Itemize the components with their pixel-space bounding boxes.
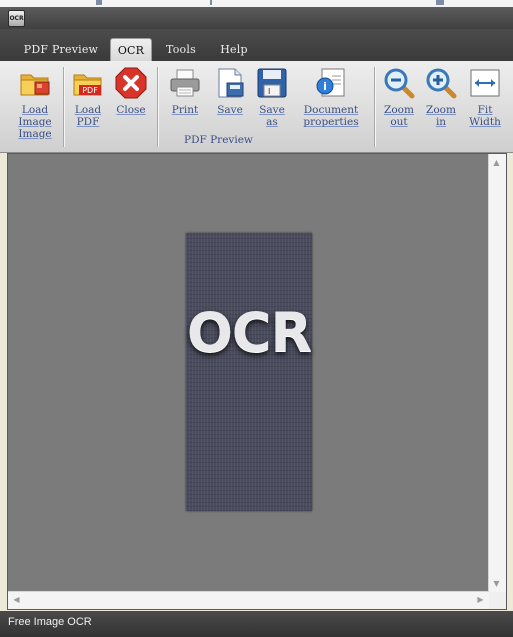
folder-pdf-icon: PDF <box>71 66 105 100</box>
load-image-button[interactable]: Load Image Image <box>12 66 58 140</box>
fit-width-icon <box>468 66 502 100</box>
horizontal-scrollbar[interactable]: ◀ ▶ <box>8 591 489 609</box>
tab-pdf-preview[interactable]: PDF Preview <box>17 38 105 61</box>
zoom-in-icon <box>424 66 458 100</box>
close-icon <box>114 66 148 100</box>
load-pdf-label-2: PDF <box>76 116 100 128</box>
document-properties-icon: i <box>314 66 348 100</box>
scroll-corner <box>489 592 506 609</box>
document-viewer[interactable]: OCR ▲ ▼ ◀ ▶ <box>7 153 507 610</box>
load-image-label-1: Load <box>21 104 49 116</box>
ribbon-separator <box>157 67 158 147</box>
scroll-down-icon[interactable]: ▼ <box>489 576 504 591</box>
fit-width-button[interactable]: Fit Width <box>464 66 506 128</box>
preview-page: OCR <box>186 233 312 511</box>
vertical-scrollbar[interactable]: ▲ ▼ <box>488 154 506 592</box>
ribbon: Load Image Image PDF Load PDF Close Prin… <box>0 61 513 153</box>
scroll-right-icon[interactable]: ▶ <box>473 592 488 607</box>
fit-width-label-2: Width <box>469 116 501 128</box>
save-icon <box>213 66 247 100</box>
load-image-label-2: Image <box>18 116 52 128</box>
printer-icon <box>168 66 202 100</box>
tab-bar: PDF Preview OCR Tools Help <box>0 29 513 63</box>
svg-text:I: I <box>268 87 270 96</box>
load-pdf-button[interactable]: PDF Load PDF <box>68 66 108 128</box>
app-icon: OCR <box>8 10 25 27</box>
tab-ocr[interactable]: OCR <box>110 38 152 63</box>
document-properties-button[interactable]: i Document properties <box>297 66 365 128</box>
page-logo-text: OCR <box>186 301 312 364</box>
close-button[interactable]: Close <box>112 66 150 116</box>
save-label: Save <box>217 104 243 116</box>
scroll-left-icon[interactable]: ◀ <box>9 592 24 607</box>
print-button[interactable]: Print <box>165 66 205 116</box>
zoom-out-icon <box>382 66 416 100</box>
save-as-button[interactable]: I Save as <box>253 66 291 128</box>
zoom-in-button[interactable]: Zoom in <box>422 66 460 128</box>
save-as-label-2: as <box>266 116 278 128</box>
zoom-in-label-2: in <box>435 116 447 128</box>
fit-width-label-1: Fit <box>477 104 493 116</box>
zoom-out-label-2: out <box>390 116 408 128</box>
document-properties-label-1: Document <box>303 104 359 116</box>
zoom-out-label-1: Zoom <box>384 104 414 116</box>
folder-image-icon <box>18 66 52 100</box>
status-bar: Free Image OCR <box>0 611 513 637</box>
zoom-out-button[interactable]: Zoom out <box>380 66 418 128</box>
save-button[interactable]: Save <box>210 66 250 116</box>
save-as-label-1: Save <box>259 104 285 116</box>
title-bar[interactable]: OCR <box>0 7 513 29</box>
ribbon-separator <box>63 67 64 147</box>
status-text: Free Image OCR <box>8 616 92 628</box>
pdf-badge-text: PDF <box>82 86 98 95</box>
load-pdf-label-1: Load <box>74 104 102 116</box>
ribbon-separator <box>374 67 375 147</box>
close-label: Close <box>116 104 146 116</box>
ribbon-group-label: PDF Preview <box>184 134 253 146</box>
load-image-label-3: Image <box>18 128 52 140</box>
tab-help[interactable]: Help <box>213 38 255 61</box>
document-properties-label-2: properties <box>303 116 359 128</box>
zoom-in-label-1: Zoom <box>426 104 456 116</box>
save-as-icon: I <box>255 66 289 100</box>
scroll-up-icon[interactable]: ▲ <box>489 155 504 170</box>
print-label: Print <box>171 104 199 116</box>
svg-text:i: i <box>323 80 327 93</box>
tab-tools[interactable]: Tools <box>159 38 203 61</box>
